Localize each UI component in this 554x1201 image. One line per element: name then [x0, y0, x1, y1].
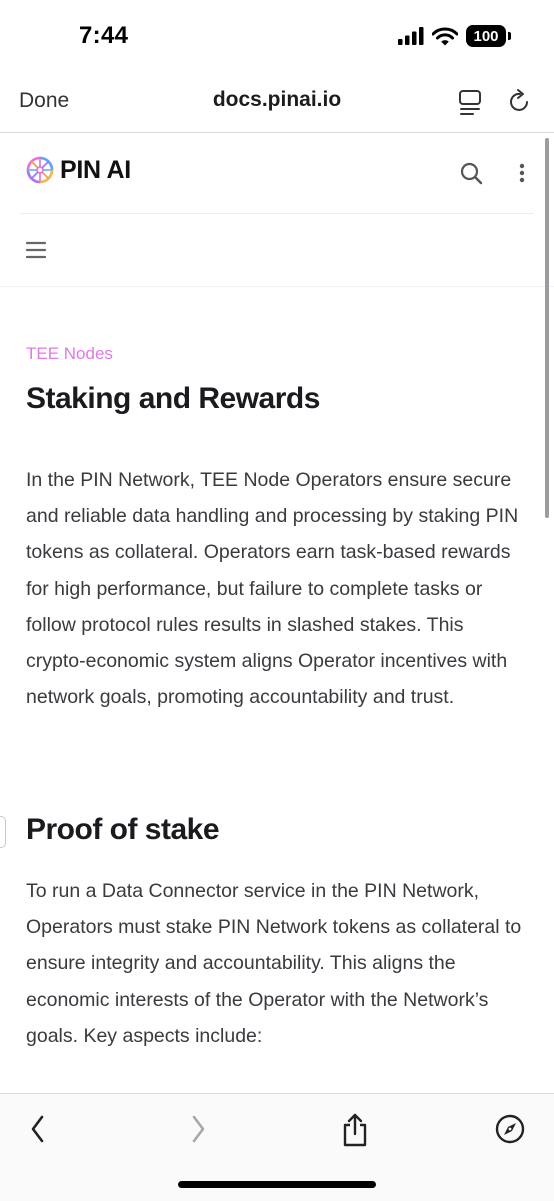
reader-mode-icon[interactable] [457, 88, 483, 116]
header-divider [20, 213, 534, 214]
wifi-icon [432, 27, 458, 46]
pin-ai-logo-icon [25, 155, 55, 185]
url-text[interactable]: docs.pinai.io [213, 88, 341, 111]
status-time: 7:44 [79, 22, 129, 49]
search-icon[interactable] [458, 160, 486, 188]
hamburger-menu-icon[interactable] [25, 239, 47, 261]
logo-text: PIN AI [60, 155, 131, 184]
anchor-handle[interactable] [0, 816, 6, 848]
more-vertical-icon[interactable] [512, 160, 532, 188]
done-button[interactable]: Done [19, 89, 69, 113]
home-indicator [178, 1181, 376, 1188]
page-title: Staking and Rewards [26, 382, 320, 415]
chevron-left-icon[interactable] [22, 1113, 54, 1145]
intro-paragraph: In the PIN Network, TEE Node Operators e… [26, 469, 519, 709]
status-bar: 7:44 100 [0, 0, 554, 70]
battery-indicator: 100 [466, 25, 511, 47]
site-header: PIN AI [0, 133, 554, 213]
chevron-right-icon[interactable] [182, 1113, 214, 1145]
cellular-signal-icon [398, 27, 424, 45]
section-paragraph: To run a Data Connector service in the P… [26, 880, 522, 1047]
status-icons: 100 [398, 25, 511, 47]
section-title: Proof of stake [26, 813, 220, 846]
scrollbar[interactable] [545, 138, 549, 518]
breadcrumb[interactable]: TEE Nodes [26, 344, 113, 364]
nav-divider [0, 286, 554, 287]
site-logo[interactable]: PIN AI [25, 155, 131, 185]
browser-top-bar: Done docs.pinai.io [0, 70, 554, 133]
share-icon[interactable] [338, 1113, 372, 1147]
compass-icon[interactable] [494, 1113, 526, 1145]
reload-icon[interactable] [507, 88, 533, 116]
